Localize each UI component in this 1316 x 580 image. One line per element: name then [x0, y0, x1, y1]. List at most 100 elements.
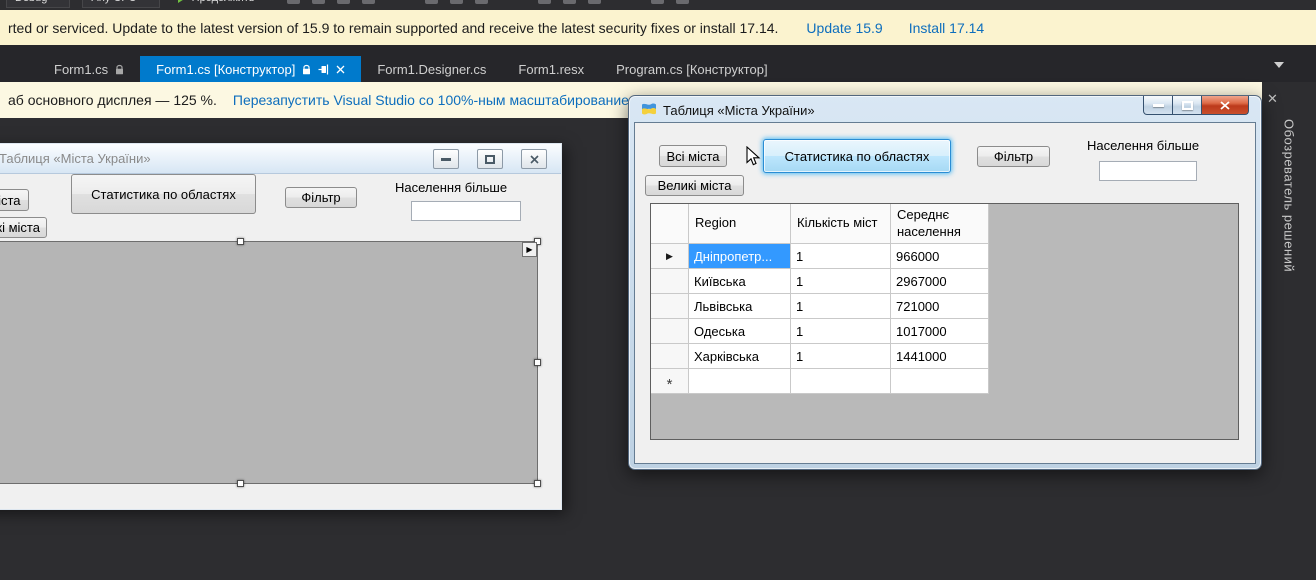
toolbar-icon[interactable] [311, 0, 325, 4]
solution-explorer-tab[interactable]: Обозреватель решений [1282, 119, 1297, 272]
toolbar-icon[interactable] [474, 0, 488, 4]
tab-label: Form1.cs [54, 61, 109, 77]
tab-label: Program.cs [Конструктор] [616, 61, 768, 77]
install-1714-link[interactable]: Install 17.14 [909, 20, 985, 36]
minimize-button[interactable] [1143, 96, 1173, 115]
current-row-icon: ▶ [666, 250, 673, 261]
resize-handle[interactable] [534, 358, 541, 366]
grid-cell[interactable]: 721000 [891, 294, 989, 319]
restart-vs-link[interactable]: Перезапустить Visual Studio со 100%-ным … [233, 92, 639, 108]
grid-cell[interactable]: 1 [791, 319, 891, 344]
toolbar-icon[interactable] [675, 0, 689, 4]
grid-corner-header[interactable] [651, 204, 689, 244]
grid-cell[interactable]: 1 [791, 269, 891, 294]
grid-cell[interactable]: 1017000 [891, 319, 989, 344]
scaling-message: аб основного дисплея — 125 %. [8, 92, 217, 108]
debug-config-label: Debug [15, 0, 47, 4]
toolbar-icon[interactable] [587, 0, 601, 4]
close-icon[interactable] [336, 65, 345, 74]
toolbar-icon[interactable] [286, 0, 300, 4]
grid-cell[interactable]: Харківська [689, 344, 791, 369]
designed-form[interactable]: Таблиця «Міста України» Всі міста Статис… [0, 143, 562, 510]
grid-cell[interactable]: 2967000 [891, 269, 989, 294]
tab-form1-designer-cs[interactable]: Form1.Designer.cs [361, 56, 502, 82]
smart-tag-button[interactable]: ▶ [522, 242, 537, 257]
grid-column-average[interactable]: Середнє населення [891, 204, 989, 244]
resize-handle[interactable] [534, 480, 541, 487]
toolbar-icon[interactable] [537, 0, 551, 4]
grid-cell[interactable]: Київська [689, 269, 791, 294]
toolbar-icon[interactable] [424, 0, 438, 4]
grid-row-header[interactable] [651, 294, 689, 319]
close-button[interactable] [1202, 96, 1249, 115]
grid-row-header[interactable] [651, 269, 689, 294]
grid-cell[interactable]: 1 [791, 244, 891, 269]
data-grid[interactable]: Region Кількість міст Середнє населення … [650, 203, 1239, 440]
big-cities-button[interactable]: Великі міста [645, 175, 744, 196]
grid-row-header[interactable]: * [651, 369, 689, 394]
toolbar-icon[interactable] [336, 0, 350, 4]
grid-row-header[interactable]: ▶ [651, 244, 689, 269]
minimize-icon [441, 157, 451, 161]
continue-button[interactable]: Продолжить [172, 0, 275, 8]
toolbar-icon[interactable] [650, 0, 664, 4]
close-icon [529, 154, 539, 164]
designer-population-textbox[interactable] [411, 201, 521, 221]
grid-row-header[interactable] [651, 344, 689, 369]
resize-handle[interactable] [236, 480, 244, 487]
filter-button[interactable]: Фільтр [977, 146, 1050, 167]
designer-all-cities-button[interactable]: Всі міста [0, 189, 29, 211]
grid-new-row: * [651, 369, 989, 394]
grid-cell[interactable] [891, 369, 989, 394]
app-window-title: Таблиця «Міста України» [663, 102, 815, 118]
update-infobar: rted or serviced. Update to the latest v… [0, 10, 1316, 45]
toolbar-icon[interactable] [562, 0, 576, 4]
tab-form1-designer-view[interactable]: Form1.cs [Конструктор] [140, 56, 362, 82]
toolbar-icon[interactable] [361, 0, 375, 4]
close-button[interactable] [521, 149, 547, 169]
document-list-dropdown-icon[interactable] [1274, 62, 1284, 73]
maximize-button[interactable] [477, 149, 503, 169]
app-titlebar[interactable]: Таблиця «Міста України» [641, 102, 815, 118]
grid-cell[interactable]: 1 [791, 344, 891, 369]
designer-big-cities-button[interactable]: Великі міста [0, 217, 47, 238]
grid-column-region[interactable]: Region [689, 204, 791, 244]
maximize-button[interactable] [1173, 96, 1202, 115]
mouse-cursor [746, 146, 761, 166]
tab-group: Form1.cs Form1.cs [Конструктор] Form1.De [38, 56, 784, 82]
grid-row: Київська 1 2967000 [651, 269, 989, 294]
grid-cell[interactable]: 1 [791, 294, 891, 319]
update-message: rted or serviced. Update to the latest v… [8, 19, 779, 36]
grid-cell[interactable]: 966000 [891, 244, 989, 269]
grid-cell[interactable] [791, 369, 891, 394]
grid-cell[interactable] [689, 369, 791, 394]
infobar-close-icon[interactable]: ✕ [1267, 91, 1278, 107]
tab-form1-cs[interactable]: Form1.cs [38, 56, 140, 82]
grid-cell[interactable]: Львівська [689, 294, 791, 319]
designer-statistics-button[interactable]: Статистика по областях [71, 174, 256, 214]
designer-filter-button[interactable]: Фільтр [285, 187, 357, 208]
data-grid-table: Region Кількість міст Середнє населення … [651, 204, 989, 394]
grid-row: Львівська 1 721000 [651, 294, 989, 319]
resize-handle[interactable] [236, 238, 244, 245]
minimize-button[interactable] [433, 149, 459, 169]
tab-program-cs[interactable]: Program.cs [Конструктор] [600, 56, 783, 82]
grid-row-header[interactable] [651, 319, 689, 344]
grid-cell[interactable]: 1441000 [891, 344, 989, 369]
chevron-down-icon [143, 0, 151, 4]
app-flag-icon [641, 102, 657, 118]
tab-form1-resx[interactable]: Form1.resx [502, 56, 600, 82]
update-159-link[interactable]: Update 15.9 [806, 20, 882, 36]
toolbar-icon[interactable] [449, 0, 463, 4]
grid-cell[interactable]: Одеська [689, 319, 791, 344]
debug-config-dropdown[interactable]: Debug [6, 0, 71, 8]
designer-datagrid-selected[interactable]: ▶ [0, 238, 541, 487]
pin-icon[interactable] [318, 64, 329, 75]
grid-row: ▶ Дніпропетр... 1 966000 [651, 244, 989, 269]
statistics-button[interactable]: Статистика по областях [763, 139, 951, 173]
population-input[interactable] [1099, 161, 1197, 181]
platform-dropdown[interactable]: Any CPU [82, 0, 160, 8]
all-cities-button[interactable]: Всі міста [659, 145, 727, 167]
grid-column-count[interactable]: Кількість міст [791, 204, 891, 244]
grid-cell[interactable]: Дніпропетр... [689, 244, 791, 269]
